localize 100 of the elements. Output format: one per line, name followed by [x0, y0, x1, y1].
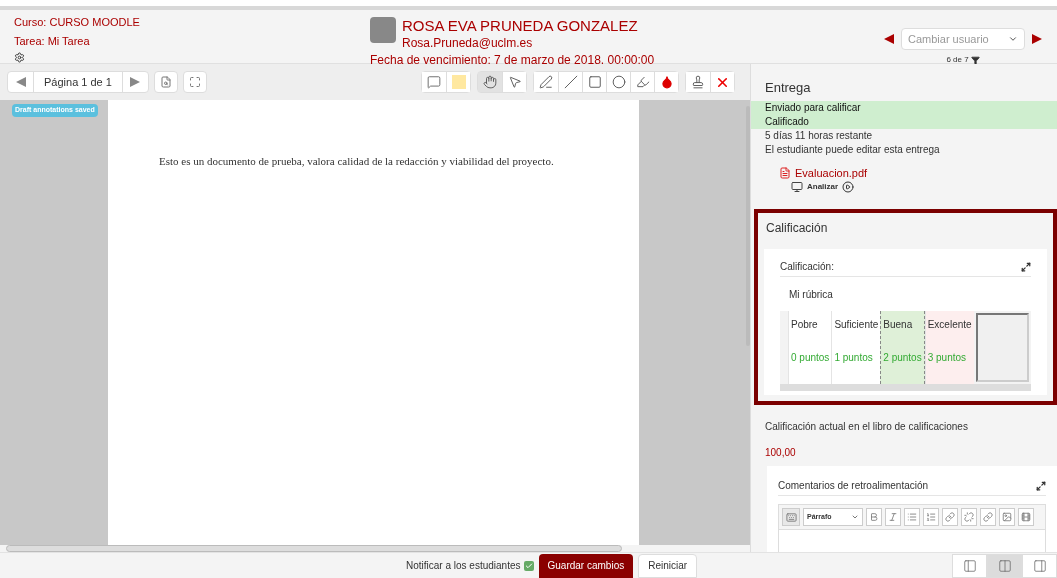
- keyboard-button[interactable]: [782, 508, 800, 526]
- document-text: Esto es un documento de prueba, valora calidad de la redacción y viabilidad del proyecto.: [159, 155, 554, 167]
- pen-icon: [539, 75, 553, 89]
- submission-status: Enviado para calificar: [751, 100, 1057, 115]
- previous-icon: [14, 76, 27, 88]
- feedback-heading: Comentarios de retroalimentación: [778, 479, 929, 493]
- annotation-tool-button[interactable]: [710, 72, 734, 92]
- check-icon: [524, 561, 533, 570]
- grading-heading: Calificación: [765, 220, 829, 237]
- level-name: Excelente: [927, 318, 972, 332]
- level-name: Buena: [883, 318, 914, 332]
- expand-icon: [188, 76, 201, 88]
- submission-heading: Entrega: [765, 79, 812, 97]
- rectangle-icon: [587, 75, 602, 89]
- gradebook-label: Calificación actual en el libro de calificaciones: [764, 420, 969, 434]
- stamp-icon: [691, 75, 705, 89]
- remark-field[interactable]: [975, 313, 1029, 382]
- editor-tool-button[interactable]: [1018, 508, 1034, 526]
- format-icon: [945, 512, 955, 522]
- format-icon: [907, 512, 917, 522]
- due-date: Fecha de vencimiento: 7 de marzo de 2018, 00:00:00: [370, 52, 655, 68]
- droplet-icon: [659, 75, 674, 89]
- dropdown-caret-icon: [851, 513, 859, 521]
- rubric-level[interactable]: Suficiente 1 puntos: [831, 311, 881, 384]
- screen-icon: [791, 181, 803, 193]
- settings-icon[interactable]: [14, 52, 25, 63]
- vertical-scrollbar[interactable]: [746, 106, 750, 346]
- user-count: 6 de 7: [946, 54, 969, 66]
- play-icon[interactable]: [842, 181, 855, 193]
- format-icon: [869, 512, 879, 522]
- search-comments-button[interactable]: [153, 71, 178, 93]
- next-user-button[interactable]: [1031, 33, 1043, 45]
- previous-user-button[interactable]: [883, 33, 895, 45]
- format-icon: [926, 512, 936, 522]
- notify-checkbox[interactable]: [523, 560, 534, 571]
- rubric-level[interactable]: Pobre 0 puntos: [788, 311, 832, 384]
- pointer-icon: [507, 75, 522, 89]
- level-points: 0 puntos: [791, 351, 830, 365]
- level-points: 1 puntos: [834, 351, 874, 365]
- editor-tool-button[interactable]: [866, 508, 882, 526]
- layout-button[interactable]: [987, 553, 1022, 578]
- previous-icon: [883, 33, 895, 45]
- color-swatch-icon: [451, 75, 466, 89]
- circle-icon: [611, 75, 626, 89]
- rubric-level[interactable]: Excelente 3 puntos: [924, 311, 974, 384]
- editor-tool-button[interactable]: [999, 508, 1015, 526]
- file-link[interactable]: Evaluacion.pdf: [795, 164, 868, 181]
- next-icon: [1031, 33, 1043, 45]
- editor-tool-button[interactable]: [961, 508, 977, 526]
- annotation-tool-button[interactable]: [654, 72, 678, 92]
- editor-tool-button[interactable]: [923, 508, 939, 526]
- panel-right-icon: [1032, 558, 1047, 573]
- expand-icon[interactable]: [1021, 261, 1031, 272]
- annotation-tool-button[interactable]: [478, 72, 502, 92]
- student-email: Rosa.Pruneda@uclm.es: [402, 35, 534, 51]
- level-points: 2 puntos: [883, 351, 922, 365]
- student-name: ROSA EVA PRUNEDA GONZALEZ: [402, 17, 639, 36]
- panel-left-icon: [962, 558, 977, 573]
- hand-icon: [483, 75, 497, 89]
- columns-icon: [997, 558, 1012, 573]
- level-points: 3 puntos: [927, 351, 968, 365]
- save-button[interactable]: Guardar cambios: [538, 553, 634, 578]
- highlighter-icon: [635, 75, 650, 89]
- next-icon: [129, 76, 142, 88]
- keyboard-icon: [785, 511, 797, 523]
- layout-button[interactable]: [952, 553, 987, 578]
- gradebook-value: 100,00: [764, 446, 797, 460]
- editor-tool-button[interactable]: [980, 508, 996, 526]
- rubric-name: Mi rúbrica: [788, 288, 834, 302]
- format-icon: [964, 512, 974, 522]
- format-icon: [1021, 512, 1031, 522]
- page-indicator: Página 1 de 1: [43, 74, 113, 90]
- format-icon: [983, 512, 993, 522]
- editor-tool-button[interactable]: [885, 508, 901, 526]
- horizontal-scrollbar[interactable]: [6, 545, 622, 552]
- editor-tool-button[interactable]: [904, 508, 920, 526]
- filter-icon[interactable]: [970, 55, 980, 65]
- expand-button[interactable]: [182, 71, 207, 93]
- grade-field-label: Calificación:: [780, 260, 834, 274]
- reset-button[interactable]: Reiniciar: [638, 553, 698, 578]
- notify-label: Notificar a los estudiantes: [406, 559, 521, 573]
- editor-tool-button[interactable]: [942, 508, 958, 526]
- level-name: Pobre: [791, 318, 819, 332]
- submission-status: El estudiante puede editar esta entrega: [764, 142, 941, 157]
- annotation-tool-button[interactable]: [502, 72, 526, 92]
- analyze-label: Analizar: [807, 181, 839, 193]
- task-label: Tarea: Mi Tarea: [14, 33, 91, 49]
- dropdown-caret-icon: [1008, 34, 1018, 44]
- pdf-file-icon: [779, 166, 791, 179]
- submission-status: 5 días 11 horas restante: [764, 128, 874, 143]
- format-icon: [1002, 512, 1012, 522]
- avatar-silhouette: [370, 17, 396, 43]
- layout-button[interactable]: [1022, 553, 1057, 578]
- level-name: Suficiente: [834, 318, 879, 332]
- course-label: Curso: CURSO MOODLE: [14, 15, 141, 30]
- rubric-level[interactable]: Buena 2 puntos: [880, 311, 925, 384]
- expand-icon[interactable]: [1036, 480, 1046, 491]
- comment-icon: [427, 75, 441, 89]
- line-icon: [563, 75, 578, 89]
- format-icon: [888, 512, 898, 522]
